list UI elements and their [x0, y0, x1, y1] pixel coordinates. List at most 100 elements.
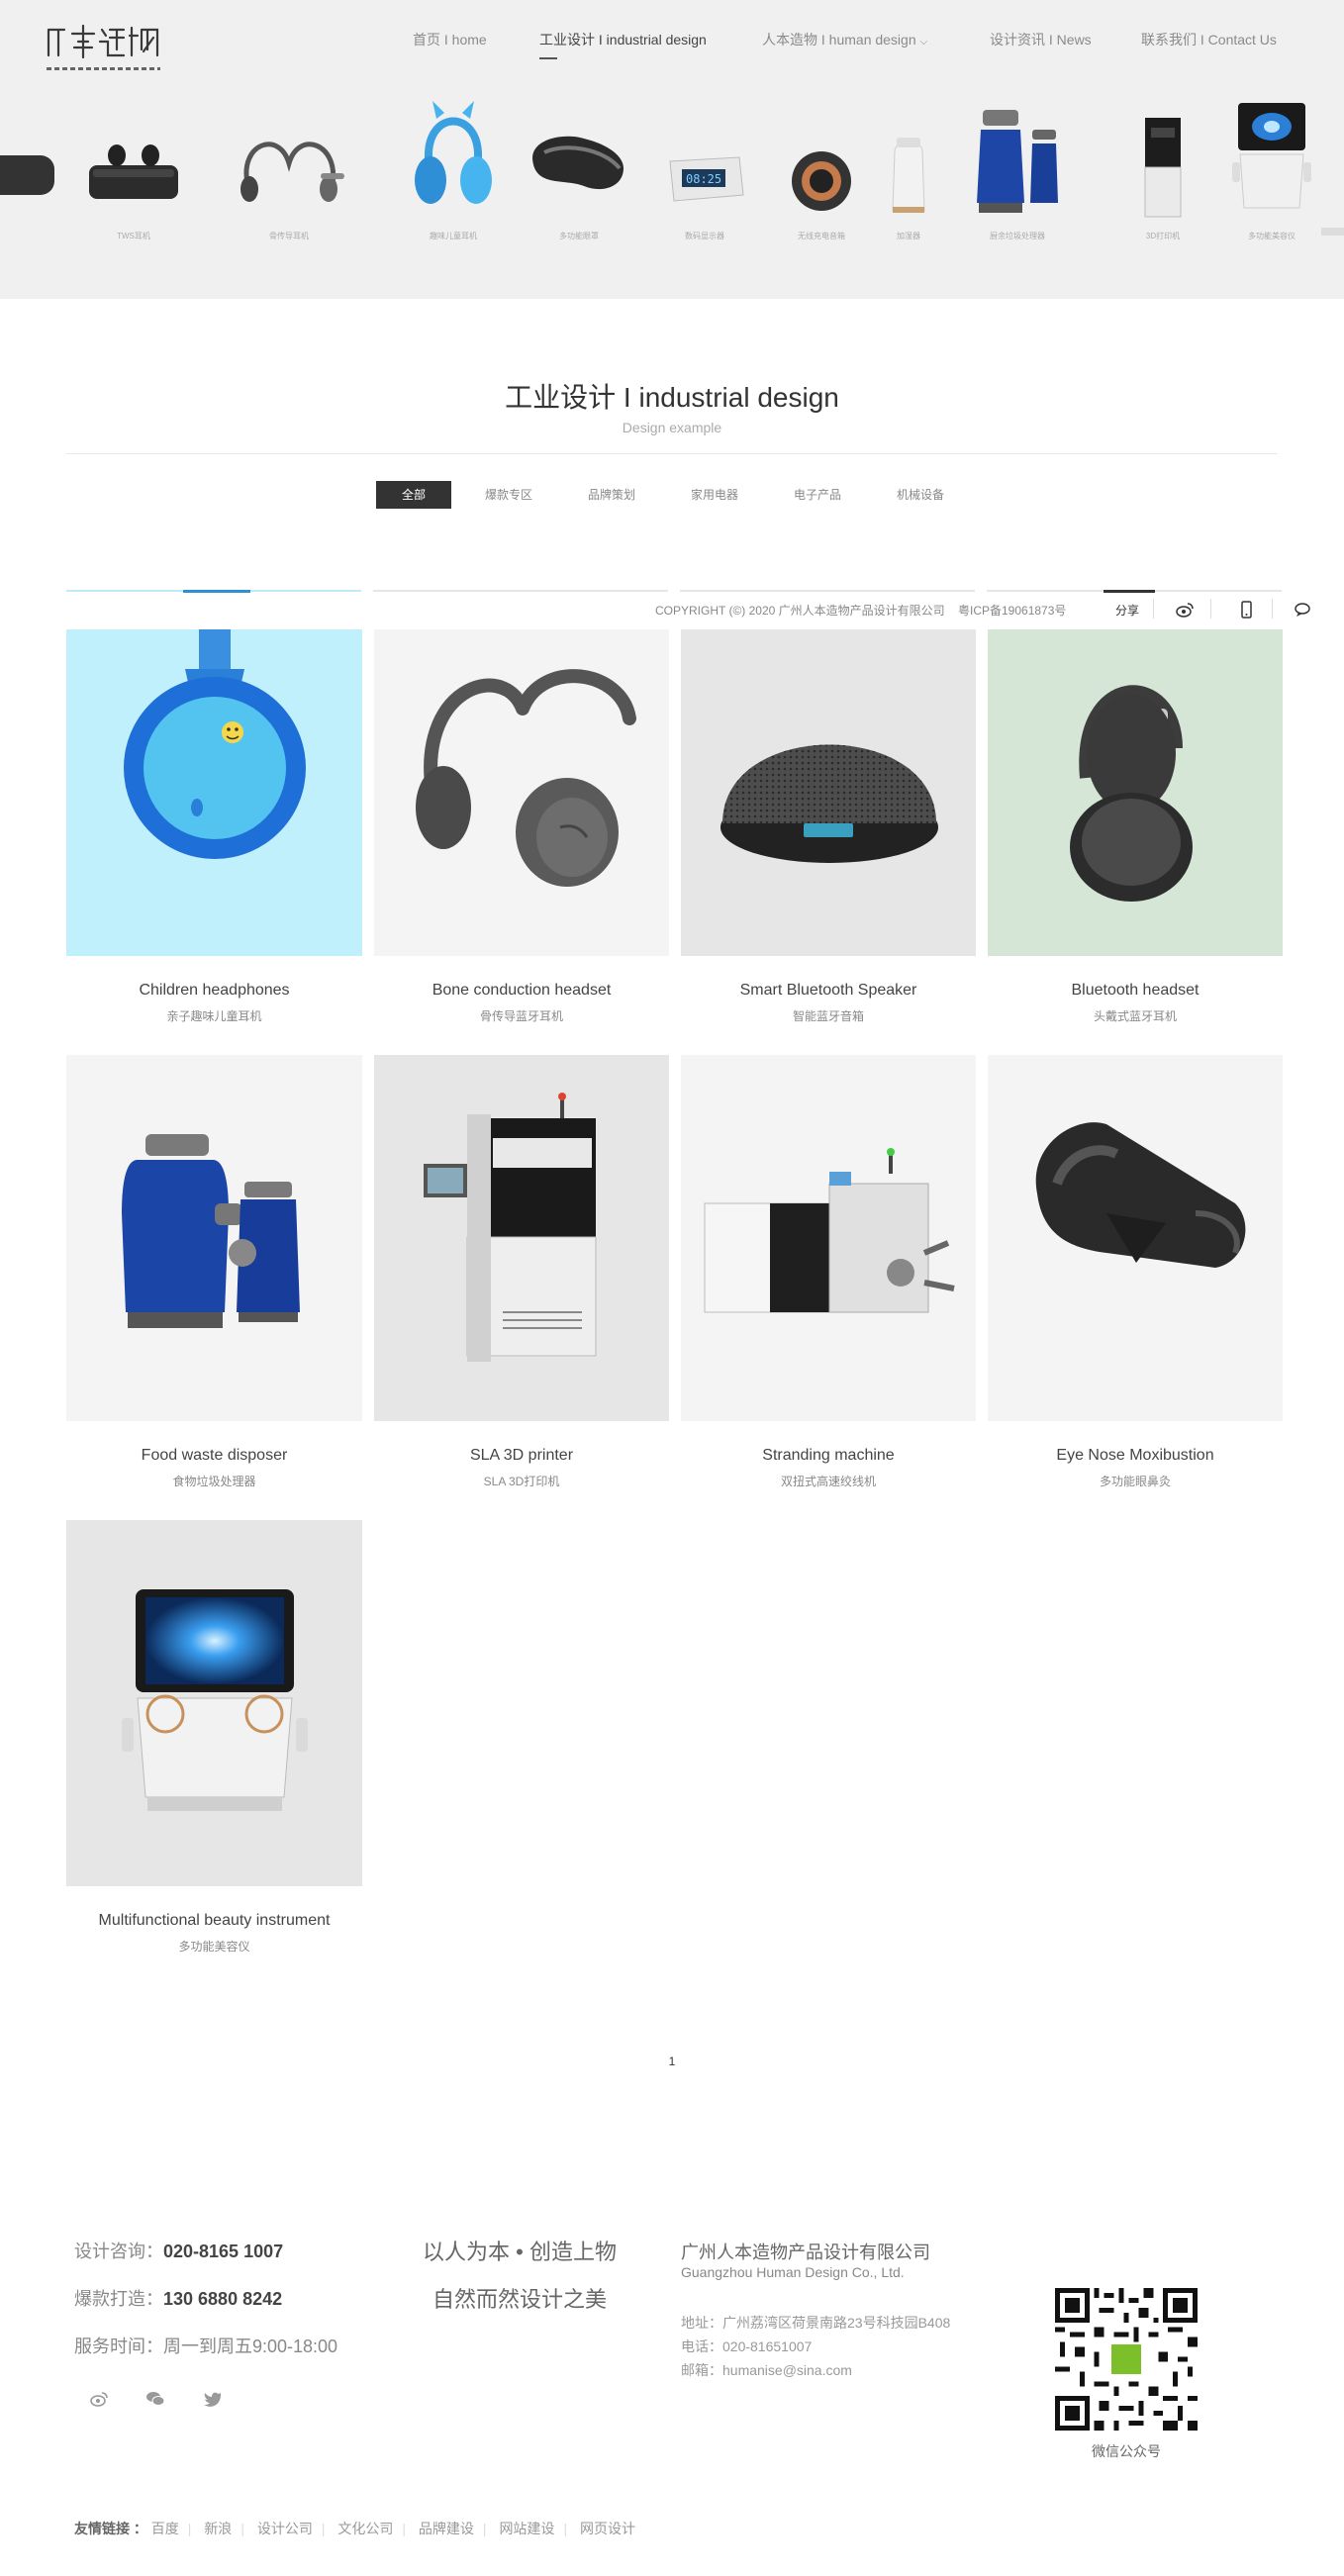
- filter-brand[interactable]: 品牌策划: [582, 481, 641, 509]
- weibo-icon[interactable]: [89, 2389, 109, 2409]
- links-label: 友情链接 ：: [74, 2521, 147, 2536]
- filter-hot[interactable]: 爆款专区: [479, 481, 538, 509]
- company-name-en: Guangzhou Human Design Co., Ltd.: [681, 2264, 905, 2280]
- product-card[interactable]: Bone conduction headset 骨传导蓝牙耳机: [374, 629, 669, 1045]
- logo[interactable]: [45, 20, 163, 70]
- strip-label: 骨传导耳机: [269, 232, 309, 240]
- main-nav: 首页 I home 工业设计 I industrial design 人本造物 …: [406, 30, 1304, 59]
- nav-industrial-design[interactable]: 工业设计 I industrial design: [539, 30, 707, 59]
- link-sina[interactable]: 新浪: [204, 2521, 232, 2536]
- strip-item-humidifier[interactable]: 加湿器: [849, 94, 968, 242]
- filter-appliances[interactable]: 家用电器: [685, 481, 744, 509]
- section-subtitle: Design example: [622, 420, 722, 435]
- strip-item-printer[interactable]: 3D打印机: [1104, 94, 1222, 242]
- product-image: [988, 1055, 1283, 1421]
- wechat-qr-code: [1055, 2288, 1198, 2431]
- card-top-line: [680, 590, 975, 592]
- company-email[interactable]: 邮箱：humanise@sina.com: [681, 2360, 852, 2380]
- strip-item-partial-right[interactable]: [1316, 94, 1344, 242]
- logo-icon: [47, 24, 159, 59]
- strip-item-display[interactable]: 08:25 数码显示器: [645, 94, 764, 242]
- twitter-icon[interactable]: [203, 2389, 223, 2409]
- product-card[interactable]: SLA 3D printer SLA 3D打印机: [374, 1055, 669, 1490]
- strip-item-partial-left[interactable]: [0, 94, 59, 242]
- wechat-icon[interactable]: [145, 2389, 165, 2409]
- hit-line: 爆款打造：130 6880 8242: [74, 2284, 337, 2332]
- logo-mark: [45, 20, 163, 70]
- product-title: Children headphones: [139, 982, 290, 999]
- strip-item-tws[interactable]: TWS耳机: [74, 94, 193, 242]
- card-top-accent: [183, 590, 250, 593]
- link-website-building[interactable]: 网站建设: [499, 2521, 554, 2536]
- strip-item-eyemask[interactable]: 多功能眼罩: [520, 94, 638, 242]
- filter-electronics[interactable]: 电子产品: [788, 481, 847, 509]
- product-subtitle: 亲子趣味儿童耳机: [166, 1009, 262, 1023]
- product-card[interactable]: Stranding machine 双扭式高速绞线机: [681, 1055, 976, 1490]
- product-card[interactable]: Smart Bluetooth Speaker 智能蓝牙音箱: [681, 629, 976, 1045]
- consult-phone[interactable]: 020-8165 1007: [163, 2242, 283, 2261]
- product-subtitle: 食物垃圾处理器: [172, 1475, 256, 1488]
- copyright-text: COPYRIGHT (©) 2020 广州人本造物产品设计有限公司 粤ICP备1…: [655, 602, 1066, 619]
- strip-label: 多功能美容仪: [1248, 232, 1296, 240]
- product-title: Eye Nose Moxibustion: [1056, 1447, 1214, 1464]
- product-strip: TWS耳机 骨传导耳机 趣味儿童耳机 多功能眼罩 08:25 数码显示器 无线充…: [0, 94, 1344, 252]
- link-design-company[interactable]: 设计公司: [257, 2521, 313, 2536]
- nav-human-design[interactable]: 人本造物 I human design ⌵: [762, 30, 927, 49]
- link-culture-company[interactable]: 文化公司: [337, 2521, 393, 2536]
- copyright-label: COPYRIGHT (©) 2020 广州人本造物产品设计有限公司: [655, 604, 945, 618]
- strip-item-disposer[interactable]: 厨余垃圾处理器: [958, 94, 1077, 242]
- filter-machinery[interactable]: 机械设备: [891, 481, 950, 509]
- product-subtitle: 骨传导蓝牙耳机: [479, 1009, 563, 1023]
- product-card[interactable]: Eye Nose Moxibustion 多功能眼鼻灸: [988, 1055, 1283, 1490]
- share-button[interactable]: 分享: [1115, 602, 1139, 619]
- card-top-line: [373, 590, 668, 592]
- chat-icon[interactable]: [1295, 601, 1312, 619]
- service-hours: 服务时间：周一到周五9:00-18:00: [74, 2337, 338, 2356]
- separator: |: [482, 2521, 487, 2536]
- strip-item-beauty[interactable]: 多功能美容仪: [1212, 94, 1331, 242]
- product-subtitle: 多功能美容仪: [178, 1940, 250, 1954]
- separator: [1272, 599, 1273, 619]
- strip-item-kids[interactable]: 趣味儿童耳机: [394, 94, 513, 242]
- copyright-bar: COPYRIGHT (©) 2020 广州人本造物产品设计有限公司 粤ICP备1…: [66, 590, 1310, 631]
- product-image: [681, 629, 976, 956]
- nav-contact[interactable]: 联系我们 I Contact Us: [1141, 30, 1277, 49]
- icp-link[interactable]: 粤ICP备19061873号: [958, 604, 1066, 618]
- strip-label: TWS耳机: [117, 232, 150, 240]
- divider: [66, 453, 1278, 454]
- chevron-down-icon: ⌵: [919, 37, 928, 48]
- strip-label: 加湿器: [897, 232, 920, 240]
- company-address: 地址：广州荔湾区荷景南路23号科技园B408: [681, 2315, 951, 2331]
- page-current[interactable]: 1: [669, 2054, 676, 2068]
- product-image: [66, 1055, 362, 1421]
- product-card[interactable]: Multifunctional beauty instrument 多功能美容仪: [66, 1520, 362, 1956]
- card-top-accent: [1104, 590, 1155, 593]
- mobile-icon[interactable]: [1237, 601, 1255, 619]
- product-title: Bluetooth headset: [1071, 982, 1200, 999]
- product-title: SLA 3D printer: [469, 1447, 574, 1464]
- pagination: 1: [0, 2054, 1344, 2068]
- separator: |: [563, 2521, 568, 2536]
- footer-contact: 设计咨询：020-8165 1007 爆款打造：130 6880 8242 服务…: [74, 2237, 337, 2379]
- product-card[interactable]: Children headphones 亲子趣味儿童耳机: [66, 629, 362, 1045]
- hit-phone[interactable]: 130 6880 8242: [163, 2289, 282, 2309]
- link-brand-building[interactable]: 品牌建设: [419, 2521, 474, 2536]
- product-title: Stranding machine: [762, 1447, 895, 1464]
- slogan-1: 以人为本 • 创造上物: [423, 2240, 617, 2264]
- product-image: [66, 629, 362, 956]
- strip-item-bone[interactable]: 骨传导耳机: [230, 94, 348, 242]
- product-subtitle: 头戴式蓝牙耳机: [1093, 1009, 1177, 1023]
- svg-text:08:25: 08:25: [686, 172, 721, 186]
- strip-label: 厨余垃圾处理器: [990, 232, 1045, 240]
- company-phone: 电话：020-81651007: [681, 2338, 813, 2354]
- product-card[interactable]: Bluetooth headset 头戴式蓝牙耳机: [988, 629, 1283, 1045]
- link-baidu[interactable]: 百度: [151, 2521, 179, 2536]
- product-card[interactable]: Food waste disposer 食物垃圾处理器: [66, 1055, 362, 1490]
- product-image: [66, 1520, 362, 1886]
- link-web-design[interactable]: 网页设计: [580, 2521, 635, 2536]
- qr-label: 微信公众号: [1092, 2443, 1161, 2459]
- nav-news[interactable]: 设计资讯 I News: [990, 30, 1092, 49]
- nav-home[interactable]: 首页 I home: [413, 30, 487, 49]
- weibo-icon[interactable]: [1176, 601, 1194, 619]
- filter-all[interactable]: 全部: [376, 481, 451, 509]
